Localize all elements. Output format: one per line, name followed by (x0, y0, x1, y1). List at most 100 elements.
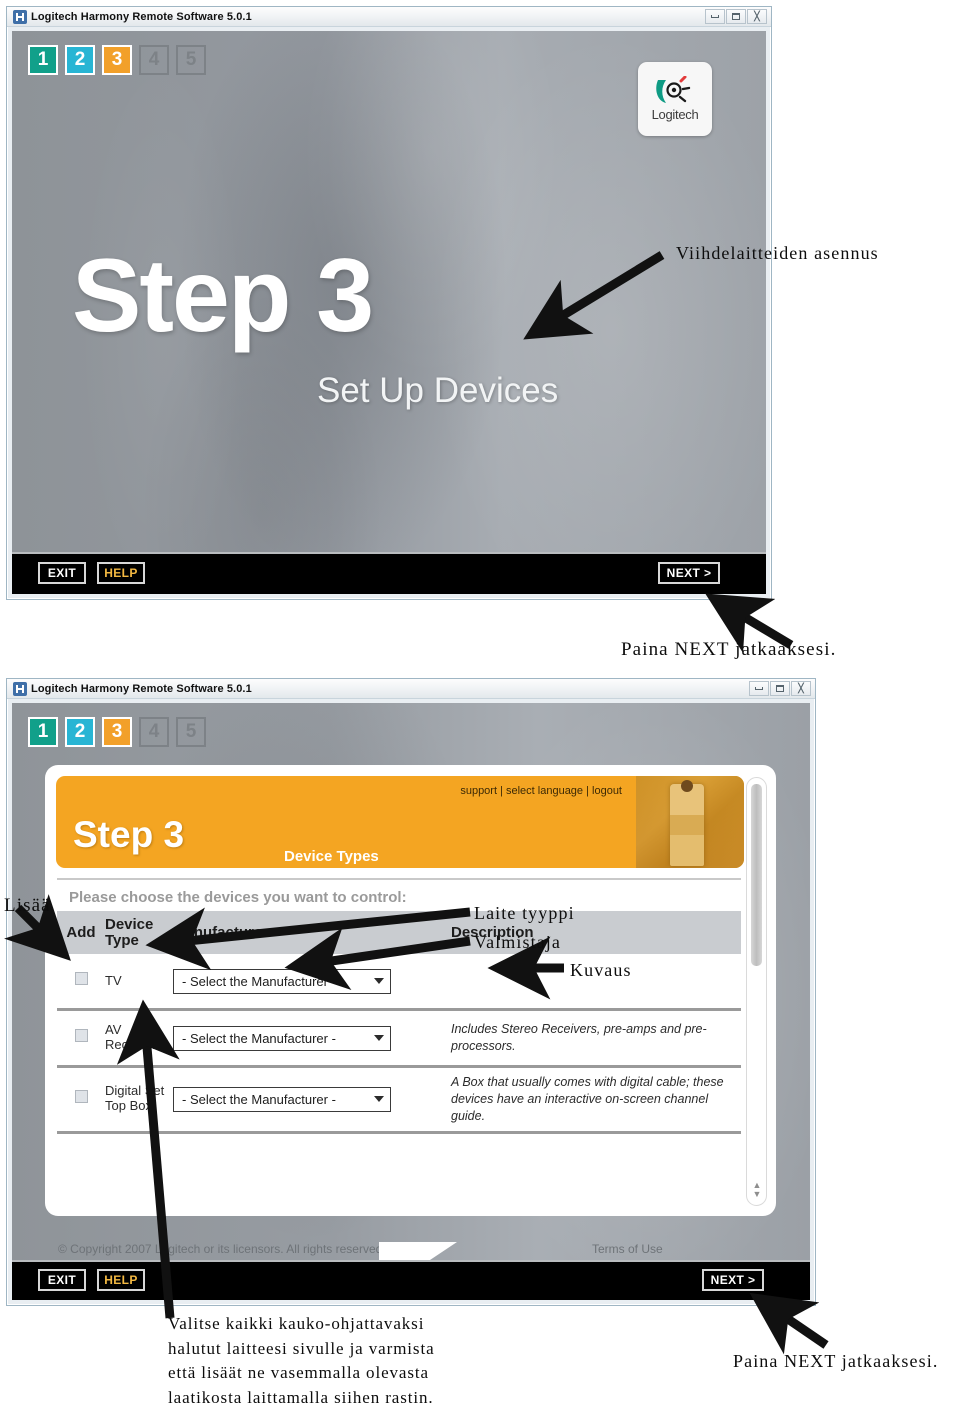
next-button[interactable]: NEXT > (658, 562, 720, 584)
scrollbar-arrows[interactable]: ▲ ▼ (751, 1181, 763, 1199)
add-checkbox-cell (57, 1090, 105, 1108)
table-header-row: Add Device Type Manufacturer Description (57, 911, 741, 954)
annotation-press-next-2: Paina NEXT jatkaaksesi. (733, 1351, 939, 1371)
exit-button[interactable]: EXIT (38, 1269, 86, 1291)
step-indicator-2[interactable]: 2 (65, 45, 95, 75)
step-indicator-3[interactable]: 3 (102, 45, 132, 75)
copyright-text: © Copyright 2007 Logitech or its licenso… (58, 1242, 386, 1256)
close-button[interactable]: ╳ (747, 9, 767, 24)
manufacturer-select[interactable]: - Select the Manufacturer - (173, 1086, 391, 1112)
manufacturer-select-value: - Select the Manufacturer - (182, 1091, 336, 1107)
harmony-window-splash: Logitech Harmony Remote Software 5.0.1 ╳… (6, 6, 772, 600)
maximize-button[interactable] (726, 9, 746, 24)
step-indicator-1[interactable]: 1 (28, 717, 58, 747)
add-device-checkbox[interactable] (74, 1090, 88, 1104)
annotation-device-type: Laite tyyppi (474, 903, 575, 923)
window2-controls: ╳ (749, 681, 811, 696)
table-row: Digital Set Top Box - Select the Manufac… (57, 1068, 741, 1134)
add-device-checkbox[interactable] (74, 1029, 88, 1042)
manufacturer-select-value: - Select the Manufacturer - (182, 973, 336, 989)
banner-photo (636, 776, 744, 868)
column-header-device-type: Device Type (105, 915, 154, 949)
annotation-add: Lisää (4, 895, 51, 916)
device-description: A Box that usually comes with digital ca… (451, 1075, 724, 1123)
chevron-down-icon (374, 978, 384, 984)
annotation-install-devices: Viihdelaitteiden asennus (676, 243, 879, 263)
scrollbar-thumb[interactable] (751, 784, 762, 966)
annotation-manufacturer: Valmistaja (474, 932, 561, 952)
splash-subheading: Set Up Devices (317, 371, 559, 410)
minimize-button[interactable] (749, 681, 769, 696)
column-header-manufacturer: Manufacturer (173, 924, 269, 941)
annotation-press-next-1: Paina NEXT jatkaaksesi. (621, 639, 837, 660)
splash-heading: Step 3 (72, 238, 374, 354)
device-types-panel: support | select language | logout Step … (45, 765, 776, 1216)
maximize-button[interactable] (770, 681, 790, 696)
manufacturer-cell: - Select the Manufacturer - (173, 1025, 451, 1051)
panel-scrollbar[interactable]: ▲ ▼ (746, 777, 767, 1206)
document-page: Logitech Harmony Remote Software 5.0.1 ╳… (0, 0, 960, 1413)
banner-step-title: Step 3 (73, 814, 185, 855)
close-button[interactable]: ╳ (791, 681, 811, 696)
add-checkbox-cell (57, 972, 105, 990)
chevron-down-icon (374, 1096, 384, 1103)
chevron-down-icon (374, 1035, 384, 1041)
manufacturer-select[interactable]: - Select the Manufacturer - (173, 1025, 391, 1051)
harmony-app-icon (13, 681, 27, 696)
step-indicator-4[interactable]: 4 (139, 45, 169, 75)
add-checkbox-cell (57, 1029, 105, 1047)
table-row: TV - Select the Manufacturer - (57, 954, 741, 1011)
minimize-button[interactable] (705, 9, 725, 24)
window1-title: Logitech Harmony Remote Software 5.0.1 (31, 10, 252, 23)
maximize-icon (732, 13, 740, 20)
arrow-to-next-button-2 (749, 1292, 829, 1355)
step-indicator-5[interactable]: 5 (176, 717, 206, 747)
window1-content: 1 2 3 4 5 Logitech Step 3 Set Up Devices… (12, 31, 766, 594)
help-button[interactable]: HELP (97, 562, 145, 584)
step-indicator: 1 2 3 4 5 (28, 45, 206, 75)
harmony-window-device-types: Logitech Harmony Remote Software 5.0.1 ╳… (6, 678, 816, 1306)
logitech-logo-tile: Logitech (638, 62, 712, 136)
annotation-description: Kuvaus (570, 960, 632, 980)
logitech-logo-icon (654, 75, 696, 106)
banner-section-title: Device Types (284, 848, 379, 865)
window1-titlebar[interactable]: Logitech Harmony Remote Software 5.0.1 ╳ (7, 7, 771, 27)
step-indicator-5[interactable]: 5 (176, 45, 206, 75)
window1-controls: ╳ (705, 9, 767, 24)
device-type-label: TV (105, 972, 122, 988)
step-indicator: 1 2 3 4 5 (28, 717, 206, 747)
terms-of-use-link[interactable]: Terms of Use (592, 1242, 663, 1256)
minimize-icon (711, 15, 719, 18)
scroll-down-icon[interactable]: ▼ (751, 1190, 763, 1199)
device-description: Includes Stereo Receivers, pre-amps and … (451, 1022, 707, 1053)
exit-button[interactable]: EXIT (38, 562, 86, 584)
window2-content: 1 2 3 4 5 support | select language | lo… (12, 703, 810, 1300)
add-device-checkbox[interactable] (74, 972, 88, 985)
step-indicator-3[interactable]: 3 (102, 717, 132, 747)
manufacturer-cell: - Select the Manufacturer - (173, 968, 451, 994)
harmony-app-icon (13, 9, 27, 24)
step-indicator-2[interactable]: 2 (65, 717, 95, 747)
banner-links[interactable]: support | select language | logout (460, 785, 622, 797)
device-type-label: Digital Set Top Box (105, 1083, 165, 1114)
window2-titlebar[interactable]: Logitech Harmony Remote Software 5.0.1 ╳ (7, 679, 815, 699)
manufacturer-select-value: - Select the Manufacturer - (182, 1030, 336, 1046)
manufacturer-cell: - Select the Manufacturer - (173, 1086, 451, 1112)
help-button[interactable]: HELP (97, 1269, 145, 1291)
column-header-add: Add (66, 924, 96, 941)
page-banner: support | select language | logout Step … (56, 776, 744, 868)
logitech-logo-text: Logitech (651, 107, 699, 122)
step-indicator-4[interactable]: 4 (139, 717, 169, 747)
window1-footer: EXIT HELP NEXT > (12, 552, 766, 594)
instruction-text: Please choose the devices you want to co… (69, 889, 407, 906)
device-table: Add Device Type Manufacturer Description… (57, 911, 741, 1134)
device-type-label: AV Receiver (105, 1022, 157, 1052)
step-indicator-1[interactable]: 1 (28, 45, 58, 75)
table-row: AV Receiver - Select the Manufacturer - … (57, 1011, 741, 1068)
panel-divider (57, 878, 741, 880)
banner-person-figure (670, 784, 704, 866)
manufacturer-select[interactable]: - Select the Manufacturer - (173, 968, 391, 994)
window2-footer: EXIT HELP NEXT > (12, 1260, 810, 1300)
minimize-icon (755, 687, 763, 690)
next-button[interactable]: NEXT > (702, 1269, 764, 1291)
